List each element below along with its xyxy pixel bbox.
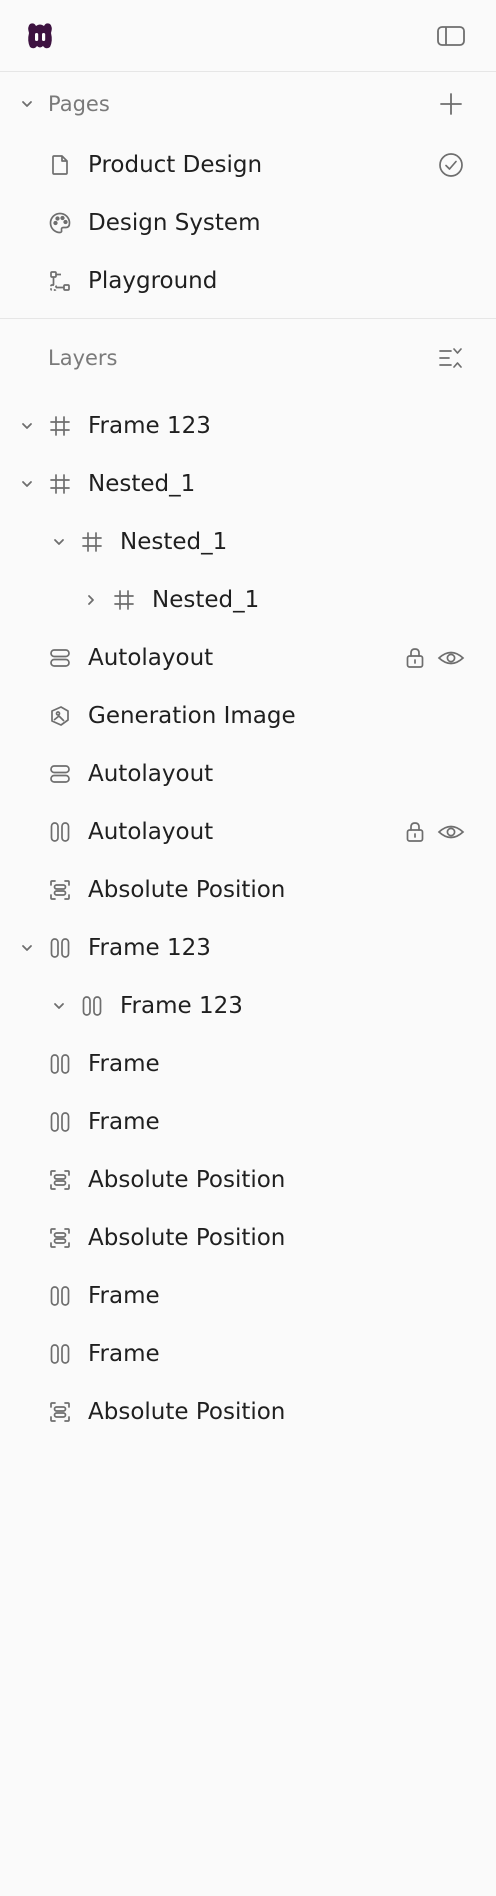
page-label: Playground: [88, 268, 218, 294]
columns-icon: [48, 936, 72, 960]
absolute-icon: [48, 1168, 72, 1192]
collapse-layers-icon[interactable]: [437, 344, 465, 372]
layer-row[interactable]: Absolute Position: [0, 1151, 496, 1209]
layer-label: Absolute Position: [88, 877, 286, 903]
chevron-right-icon[interactable]: [83, 592, 99, 608]
layer-row[interactable]: Frame 123: [0, 397, 496, 455]
layer-label: Frame: [88, 1109, 160, 1135]
chevron-down-icon[interactable]: [19, 418, 35, 434]
columns-icon: [80, 994, 104, 1018]
layers-section: Layers Frame 123 Nested_1 Nested_1 Neste…: [0, 319, 496, 1441]
layer-label: Generation Image: [88, 703, 296, 729]
page-label: Product Design: [88, 152, 263, 178]
layer-row[interactable]: Absolute Position: [0, 1209, 496, 1267]
absolute-icon: [48, 1226, 72, 1250]
layer-row[interactable]: Frame: [0, 1035, 496, 1093]
layer-row[interactable]: Frame: [0, 1267, 496, 1325]
layer-row[interactable]: Nested_1: [0, 513, 496, 571]
sidebar-toggle-icon[interactable]: [436, 24, 466, 48]
layer-label: Absolute Position: [88, 1225, 286, 1251]
layer-label: Frame: [88, 1283, 160, 1309]
pages-list: Product Design Design System Playground: [0, 136, 496, 310]
page-item-product-design[interactable]: Product Design: [0, 136, 496, 194]
columns-icon: [48, 1284, 72, 1308]
page-label: Design System: [88, 210, 261, 236]
eye-icon[interactable]: [437, 818, 465, 846]
layers-header: Layers: [0, 319, 496, 397]
layer-label: Autolayout: [88, 761, 214, 787]
chevron-down-icon[interactable]: [19, 476, 35, 492]
columns-icon: [48, 820, 72, 844]
layer-label: Nested_1: [88, 471, 196, 497]
columns-icon: [48, 1110, 72, 1134]
layer-label: Frame: [88, 1051, 160, 1077]
layer-row[interactable]: Frame: [0, 1093, 496, 1151]
layer-label: Autolayout: [88, 645, 214, 671]
layer-row[interactable]: Generation Image: [0, 687, 496, 745]
layer-label: Frame 123: [88, 413, 211, 439]
palette-icon: [48, 211, 72, 235]
layer-row[interactable]: Autolayout: [0, 745, 496, 803]
chevron-down-icon[interactable]: [51, 998, 67, 1014]
component-icon: [48, 269, 72, 293]
layer-row[interactable]: Frame 123: [0, 977, 496, 1035]
layer-row[interactable]: Frame 123: [0, 919, 496, 977]
layer-label: Frame 123: [88, 935, 211, 961]
columns-icon: [48, 1052, 72, 1076]
lock-icon[interactable]: [404, 820, 426, 844]
rows-icon: [48, 646, 72, 670]
chevron-down-icon[interactable]: [51, 534, 67, 550]
app-logo[interactable]: [25, 21, 55, 51]
layers-title: Layers: [48, 346, 118, 370]
chevron-down-icon[interactable]: [19, 940, 35, 956]
check-circle-icon: [437, 151, 465, 179]
layer-row[interactable]: Frame: [0, 1325, 496, 1383]
eye-icon[interactable]: [437, 644, 465, 672]
hash-icon: [112, 588, 136, 612]
page-item-design-system[interactable]: Design System: [0, 194, 496, 252]
hash-icon: [48, 414, 72, 438]
image-icon: [48, 704, 72, 728]
layer-label: Absolute Position: [88, 1167, 286, 1193]
lock-icon[interactable]: [404, 646, 426, 670]
layer-row[interactable]: Autolayout: [0, 629, 496, 687]
layer-label: Nested_1: [120, 529, 228, 555]
pages-title: Pages: [48, 92, 110, 116]
layer-row[interactable]: Nested_1: [0, 571, 496, 629]
chevron-down-icon[interactable]: [19, 96, 35, 112]
add-page-button[interactable]: [437, 90, 465, 118]
page-item-playground[interactable]: Playground: [0, 252, 496, 310]
columns-icon: [48, 1342, 72, 1366]
absolute-icon: [48, 1400, 72, 1424]
hash-icon: [80, 530, 104, 554]
sidebar-topbar: [0, 0, 496, 72]
hash-icon: [48, 472, 72, 496]
layer-label: Autolayout: [88, 819, 214, 845]
layers-list: Frame 123 Nested_1 Nested_1 Nested_1 Aut…: [0, 397, 496, 1441]
layer-row[interactable]: Absolute Position: [0, 1383, 496, 1441]
absolute-icon: [48, 878, 72, 902]
layer-row[interactable]: Autolayout: [0, 803, 496, 861]
layers-sidebar: Pages Product Design Design System Playg…: [0, 0, 496, 1896]
file-icon: [48, 153, 72, 177]
rows-icon: [48, 762, 72, 786]
pages-section: Pages Product Design Design System Playg…: [0, 72, 496, 319]
layer-label: Frame 123: [120, 993, 243, 1019]
layer-label: Absolute Position: [88, 1399, 286, 1425]
layer-label: Nested_1: [152, 587, 260, 613]
layer-row[interactable]: Nested_1: [0, 455, 496, 513]
layer-label: Frame: [88, 1341, 160, 1367]
pages-header: Pages: [0, 72, 496, 136]
layer-row[interactable]: Absolute Position: [0, 861, 496, 919]
